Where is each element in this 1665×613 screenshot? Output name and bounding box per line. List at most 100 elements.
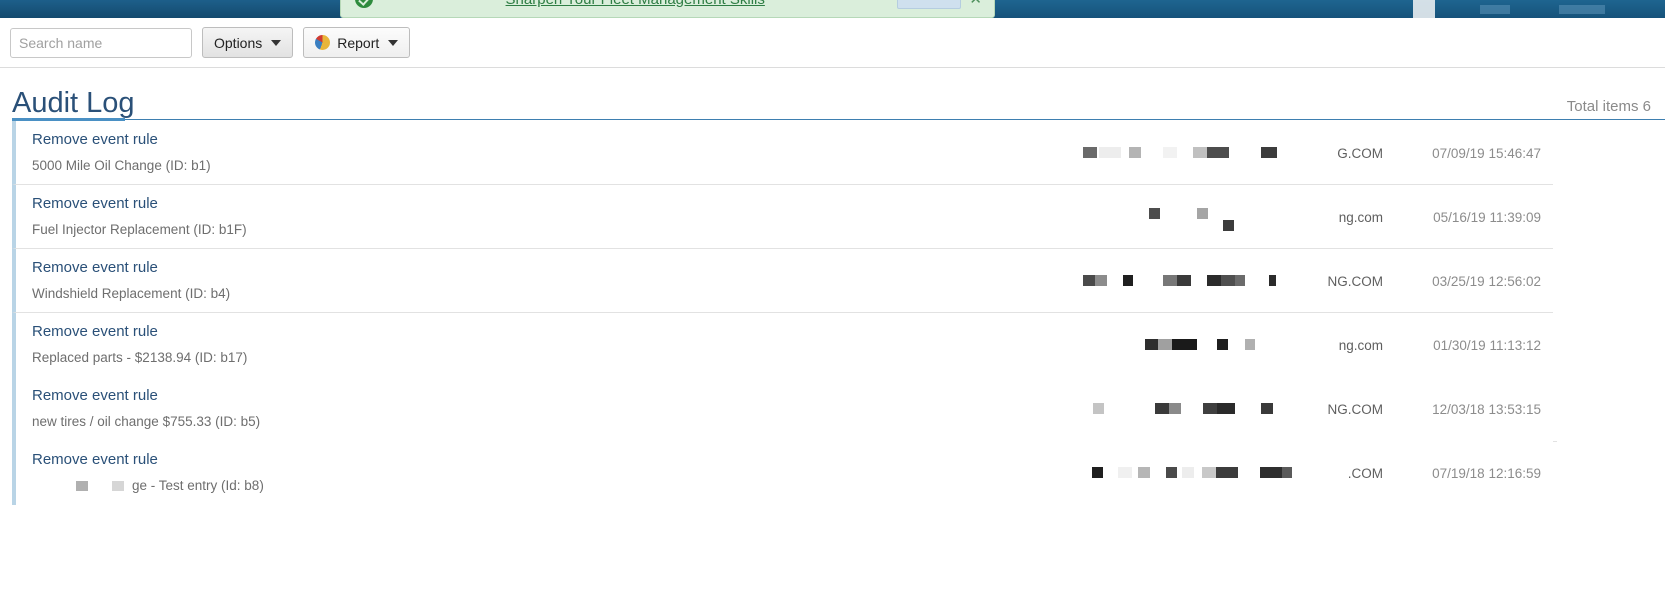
redaction-block [1261, 403, 1273, 414]
top-nav-item-b[interactable] [1559, 5, 1605, 14]
redacted-user-name [1091, 462, 1342, 484]
redaction-block [1095, 275, 1107, 286]
table-row[interactable]: Remove event rule Fuel Injector Replaceme… [12, 185, 1553, 249]
user-domain: .COM [1347, 465, 1383, 481]
redacted-user-name [1083, 206, 1333, 231]
redacted-user-name [1083, 398, 1322, 420]
top-bar-left-region [0, 0, 340, 18]
redaction-block [1091, 467, 1103, 478]
redaction-block [1193, 147, 1207, 158]
redaction-block [1169, 403, 1181, 414]
redaction-block [1083, 147, 1097, 158]
user-avatar[interactable] [1413, 0, 1435, 18]
redaction-block [112, 481, 124, 491]
user-domain: ng.com [1338, 209, 1383, 225]
row-meta: .COM 07/19/18 12:16:59 [1083, 441, 1553, 505]
row-description-text: new tires / oil change $755.33 (ID: b5) [32, 414, 261, 429]
redaction-block [1155, 403, 1169, 414]
redaction-block [1235, 275, 1245, 286]
redaction-block [1223, 220, 1234, 231]
redaction-block [1215, 467, 1238, 478]
redaction-block [76, 481, 88, 491]
redaction-block [1083, 275, 1095, 286]
row-timestamp: 07/19/18 12:16:59 [1432, 465, 1541, 481]
row-meta: NG.COM 03/25/19 12:56:02 [1083, 249, 1553, 313]
redaction-block [1158, 339, 1172, 350]
table-row[interactable]: Remove event rule ge - Test entry (Id: b8… [12, 441, 1553, 505]
promo-banner-button[interactable] [897, 0, 962, 9]
redaction-block [1165, 467, 1177, 478]
user-domain: NG.COM [1327, 401, 1384, 417]
redaction-block [1093, 403, 1104, 414]
row-description-text: ge - Test entry (Id: b8) [132, 478, 264, 493]
redacted-user-name [1083, 334, 1333, 356]
redaction-block [1099, 147, 1121, 158]
chevron-down-icon [271, 39, 282, 46]
page-header: Audit Log Total items 6 [0, 68, 1665, 120]
table-row[interactable]: Remove event rule new tires / oil change … [12, 377, 1557, 442]
options-button-label: Options [214, 34, 263, 51]
user-domain: G.COM [1337, 145, 1383, 161]
audit-log-list: Remove event rule 5000 Mile Oil Change (I… [12, 121, 1557, 505]
redaction-block [1201, 467, 1216, 478]
row-timestamp: 05/16/19 11:39:09 [1433, 209, 1541, 225]
redaction-block [1207, 147, 1229, 158]
redaction-block [1163, 275, 1177, 286]
redaction-block [1117, 467, 1132, 478]
header-divider [125, 119, 1665, 120]
redaction-block [1245, 339, 1255, 350]
redacted-user-name [1083, 270, 1322, 292]
redaction-block [1149, 208, 1160, 219]
row-meta: ng.com 01/30/19 11:13:12 [1083, 313, 1553, 377]
check-circle-icon [355, 0, 373, 8]
close-icon[interactable]: ✕ [969, 0, 982, 7]
redaction-block [1172, 339, 1197, 350]
promo-banner-link[interactable]: Sharpen Your Fleet Management Skills [373, 0, 897, 8]
table-row[interactable]: Remove event rule Replaced parts - $2138.… [12, 313, 1553, 378]
table-row[interactable]: Remove event rule 5000 Mile Oil Change (I… [12, 121, 1553, 185]
top-nav-item-a[interactable] [1480, 5, 1510, 14]
redaction-block [1203, 403, 1217, 414]
row-description-text: Replaced parts - $2138.94 (ID: b17) [32, 350, 248, 365]
row-description-text: Windshield Replacement (ID: b4) [32, 286, 231, 301]
redaction-block [1269, 275, 1276, 286]
pie-chart-icon [315, 35, 331, 50]
redaction-block [1261, 147, 1277, 158]
row-timestamp: 07/09/19 15:46:47 [1432, 145, 1541, 161]
row-timestamp: 03/25/19 12:56:02 [1432, 273, 1541, 289]
redacted-user-name [1083, 142, 1331, 164]
table-row[interactable]: Remove event rule Windshield Replacement … [12, 249, 1553, 313]
redaction-block [1259, 467, 1282, 478]
redaction-block [1207, 275, 1221, 286]
redaction-block [1281, 467, 1292, 478]
row-description-text: Fuel Injector Replacement (ID: b1F) [32, 222, 247, 237]
redaction-block [1197, 208, 1208, 219]
redaction-block [1217, 403, 1235, 414]
row-timestamp: 12/03/18 13:53:15 [1432, 401, 1541, 417]
redaction-block [1137, 467, 1150, 478]
row-description-text: 5000 Mile Oil Change (ID: b1) [32, 158, 211, 173]
user-domain: NG.COM [1327, 273, 1384, 289]
redaction-block [1123, 275, 1133, 286]
options-button[interactable]: Options [202, 27, 294, 58]
page-title: Audit Log [12, 87, 135, 119]
redaction-block [1221, 275, 1235, 286]
redaction-block [1177, 275, 1191, 286]
redaction-block [1129, 147, 1141, 158]
row-meta: G.COM 07/09/19 15:46:47 [1083, 121, 1553, 185]
promo-banner: Sharpen Your Fleet Management Skills ✕ [340, 0, 995, 18]
report-button[interactable]: Report [303, 27, 411, 58]
row-meta: ng.com 05/16/19 11:39:09 [1083, 185, 1553, 249]
redaction-block [1163, 147, 1177, 158]
redaction-block [1181, 467, 1194, 478]
total-items-count: Total items 6 [1566, 98, 1651, 115]
page-toolbar: Options Report [0, 18, 1665, 68]
user-domain: ng.com [1338, 337, 1383, 353]
redaction-block [1145, 339, 1158, 350]
row-meta: NG.COM 12/03/18 13:53:15 [1083, 377, 1553, 441]
chevron-down-icon [388, 39, 399, 46]
search-input[interactable] [10, 27, 192, 58]
redaction-block [1217, 339, 1228, 350]
report-button-label: Report [337, 34, 380, 51]
row-timestamp: 01/30/19 11:13:12 [1433, 337, 1541, 353]
